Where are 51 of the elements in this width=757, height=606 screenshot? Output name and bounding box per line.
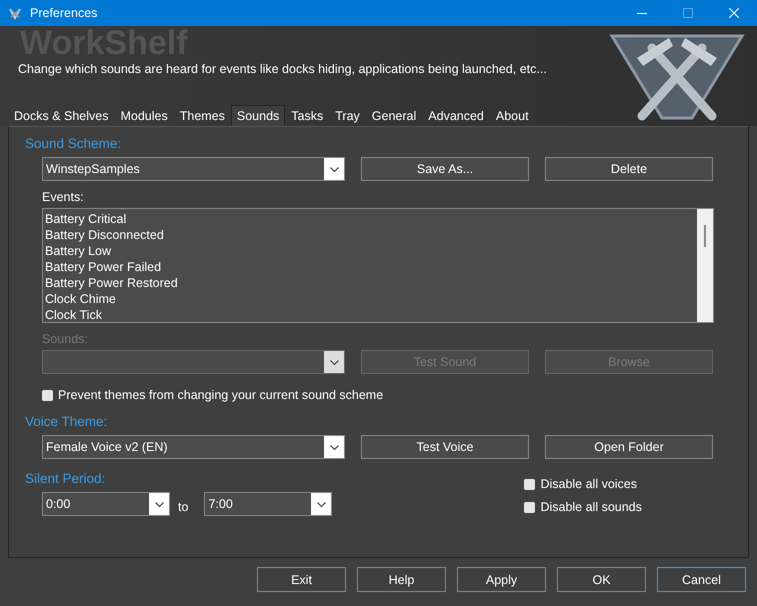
dropdown[interactable]: 0:00: [42, 492, 170, 516]
list-item[interactable]: Battery Disconnected: [45, 227, 695, 243]
caret-icon: [330, 166, 338, 172]
list-item[interactable]: Clock Chime: [45, 291, 695, 307]
checkbox[interactable]: [524, 478, 536, 490]
section-heading: Voice Theme:: [25, 414, 108, 429]
button[interactable]: Open Folder: [545, 435, 713, 459]
field-label: Sounds:: [42, 332, 89, 346]
list-item[interactable]: Battery Power Failed: [45, 259, 695, 275]
checkbox[interactable]: [524, 502, 536, 512]
range-separator: to: [178, 499, 188, 514]
button[interactable]: Exit: [257, 567, 346, 592]
button[interactable]: Cancel: [657, 567, 746, 592]
window-title: Preferences: [30, 6, 98, 20]
dropdown[interactable]: WinstepSamples: [42, 157, 345, 181]
tab[interactable]: Docks & Shelves: [8, 105, 114, 126]
tab[interactable]: About: [490, 105, 535, 126]
tab[interactable]: Advanced: [422, 105, 490, 126]
button[interactable]: Apply: [457, 567, 546, 592]
section-heading: Silent Period:: [25, 471, 106, 486]
button[interactable]: OK: [557, 567, 646, 592]
button[interactable]: Help: [357, 567, 446, 592]
checkbox-label: Disable all sounds: [540, 500, 642, 514]
page-description: Change which sounds are heard for events like docks hiding, applications being launched, etc...: [18, 62, 547, 76]
button[interactable]: Test Voice: [361, 435, 529, 459]
dropdown[interactable]: 7:00: [204, 492, 332, 516]
button[interactable]: Delete: [545, 157, 713, 181]
checkbox[interactable]: [42, 390, 53, 400]
list-item[interactable]: Battery Power Restored: [45, 275, 695, 291]
scrollbar[interactable]: [697, 209, 713, 322]
section-heading: Sound Scheme:: [25, 136, 122, 151]
field-label: Events:: [42, 190, 85, 204]
tab[interactable]: Tasks: [285, 105, 330, 126]
hammer-app-icon: [8, 6, 22, 20]
caret-icon: [330, 444, 338, 450]
list-item[interactable]: Clock Tick: [45, 307, 695, 323]
tab[interactable]: Tray: [329, 105, 366, 126]
events-list[interactable]: Battery Critical Battery Disconnected Battery Low Battery Power Failed Battery Power Restored Clock Chime Clock Tick: [42, 208, 714, 323]
tab[interactable]: General: [366, 105, 422, 126]
caret-icon: [330, 360, 338, 364]
list-item[interactable]: Battery Critical: [45, 211, 695, 227]
list-item[interactable]: Battery Low: [45, 243, 695, 259]
caret-icon: [154, 502, 164, 506]
tab[interactable]: Modules: [114, 105, 174, 126]
dropdown[interactable]: Female Voice v2 (EN): [42, 435, 345, 459]
tab[interactable]: Sounds: [230, 105, 286, 126]
button[interactable]: Save As...: [361, 157, 529, 181]
tab[interactable]: Themes: [174, 105, 231, 126]
caret-icon: [316, 502, 326, 506]
checkbox-label: Prevent themes from changing your current sound scheme: [58, 388, 384, 402]
checkbox-label: Disable all voices: [540, 477, 638, 491]
